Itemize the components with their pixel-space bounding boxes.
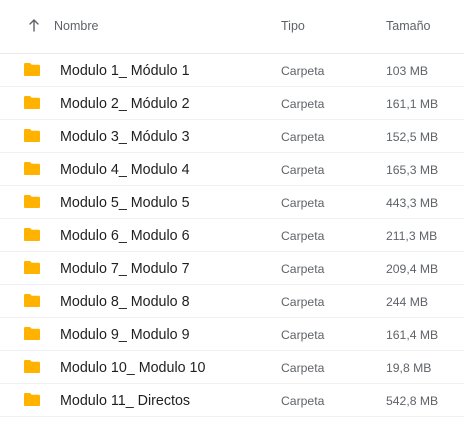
folder-row[interactable]: Modulo 7_ Modulo 7 Carpeta 209,4 MB <box>0 252 464 285</box>
folder-size: 161,4 MB <box>386 328 439 342</box>
folder-row[interactable]: Modulo 2_ Módulo 2 Carpeta 161,1 MB <box>0 87 464 120</box>
folder-size: 165,3 MB <box>386 163 439 177</box>
folder-type: Carpeta <box>281 328 325 342</box>
folder-size: 209,4 MB <box>386 262 439 276</box>
folder-row[interactable]: Modulo 9_ Modulo 9 Carpeta 161,4 MB <box>0 318 464 351</box>
folder-size: 19,8 MB <box>386 361 432 375</box>
column-header-name[interactable]: Nombre <box>54 18 98 34</box>
folder-icon <box>23 128 41 143</box>
column-header-size[interactable]: Tamaño <box>386 18 430 34</box>
folder-type: Carpeta <box>281 295 325 309</box>
folder-name: Modulo 11_ Directos <box>60 393 191 409</box>
folder-name: Modulo 5_ Modulo 5 <box>60 195 190 211</box>
folder-row[interactable]: Modulo 6_ Modulo 6 Carpeta 211,3 MB <box>0 219 464 252</box>
folder-name: Modulo 3_ Módulo 3 <box>60 129 190 145</box>
folder-size: 542,8 MB <box>386 394 439 408</box>
folder-type: Carpeta <box>281 394 325 408</box>
folder-row[interactable]: Modulo 4_ Modulo 4 Carpeta 165,3 MB <box>0 153 464 186</box>
folder-row[interactable]: Modulo 11_ Directos Carpeta 542,8 MB <box>0 384 464 417</box>
folder-icon <box>23 62 41 77</box>
folder-size: 103 MB <box>386 64 429 78</box>
folder-type: Carpeta <box>281 163 325 177</box>
folder-row[interactable]: Modulo 8_ Modulo 8 Carpeta 244 MB <box>0 285 464 318</box>
folder-size: 443,3 MB <box>386 196 439 210</box>
folder-icon <box>23 161 41 176</box>
list-header: Nombre Tipo Tamaño <box>0 0 464 54</box>
folder-size: 211,3 MB <box>386 229 438 243</box>
folder-type: Carpeta <box>281 196 325 210</box>
folder-icon <box>23 293 41 308</box>
folder-icon <box>23 359 41 374</box>
folder-type: Carpeta <box>281 64 325 78</box>
file-list: Nombre Tipo Tamaño Modulo 1_ Módulo 1 Ca… <box>0 0 464 430</box>
arrow-up-icon <box>29 19 39 32</box>
folder-name: Modulo 9_ Modulo 9 <box>60 327 190 343</box>
folder-name: Modulo 7_ Modulo 7 <box>60 261 190 277</box>
folder-size: 161,1 MB <box>386 97 439 111</box>
folder-name: Modulo 10_ Modulo 10 <box>60 360 206 376</box>
folder-row[interactable]: Modulo 1_ Módulo 1 Carpeta 103 MB <box>0 54 464 87</box>
folder-name: Modulo 6_ Modulo 6 <box>60 228 190 244</box>
folder-type: Carpeta <box>281 361 325 375</box>
folder-icon <box>23 326 41 341</box>
folder-name: Modulo 8_ Modulo 8 <box>60 294 190 310</box>
folder-name: Modulo 1_ Módulo 1 <box>60 63 190 79</box>
folder-row[interactable]: Modulo 5_ Modulo 5 Carpeta 443,3 MB <box>0 186 464 219</box>
folder-name: Modulo 2_ Módulo 2 <box>60 96 190 112</box>
folder-icon <box>23 194 41 209</box>
folder-icon <box>23 392 41 407</box>
folder-type: Carpeta <box>281 229 325 243</box>
folder-rows: Modulo 1_ Módulo 1 Carpeta 103 MB Modulo… <box>0 54 464 417</box>
folder-name: Modulo 4_ Modulo 4 <box>60 162 190 178</box>
folder-size: 152,5 MB <box>386 130 439 144</box>
folder-icon <box>23 260 41 275</box>
folder-row[interactable]: Modulo 3_ Módulo 3 Carpeta 152,5 MB <box>0 120 464 153</box>
folder-icon <box>23 95 41 110</box>
folder-type: Carpeta <box>281 262 325 276</box>
folder-row[interactable]: Modulo 10_ Modulo 10 Carpeta 19,8 MB <box>0 351 464 384</box>
folder-size: 244 MB <box>386 295 429 309</box>
folder-icon <box>23 227 41 242</box>
column-header-type[interactable]: Tipo <box>281 18 305 34</box>
folder-type: Carpeta <box>281 97 325 111</box>
folder-type: Carpeta <box>281 130 325 144</box>
sort-ascending-button[interactable] <box>24 16 44 36</box>
